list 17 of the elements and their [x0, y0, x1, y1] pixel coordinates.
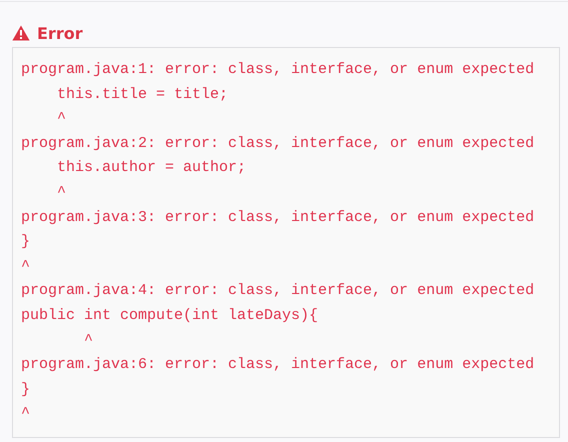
error-output-line: public int compute(int lateDays){	[21, 306, 318, 326]
error-output-line: program.java:4: error: class, interface, or enum expected	[21, 281, 534, 302]
error-output-line: program.java:1: error: class, interface, or enum expected	[21, 60, 534, 80]
error-output-line: }	[21, 380, 30, 400]
error-output-line: ^	[56, 182, 66, 203]
error-output-line: this.title = title;	[56, 84, 228, 105]
error-output-line: program.java:2: error: class, interface, or enum expected	[21, 134, 534, 154]
error-output-line: program.java:3: error: class, interface, or enum expected	[21, 208, 534, 228]
error-output-line: ^	[21, 404, 30, 424]
warning-icon	[12, 25, 30, 41]
error-heading: Error	[37, 24, 83, 42]
error-output-line: this.author = author;	[56, 158, 246, 178]
error-output-line: program.java:6: error: class, interface, or enum expected	[21, 355, 534, 376]
error-output-line: }	[21, 232, 30, 252]
error-output-line: ^	[56, 109, 66, 130]
error-output-line: ^	[21, 256, 30, 277]
error-output-line: ^	[83, 330, 94, 351]
